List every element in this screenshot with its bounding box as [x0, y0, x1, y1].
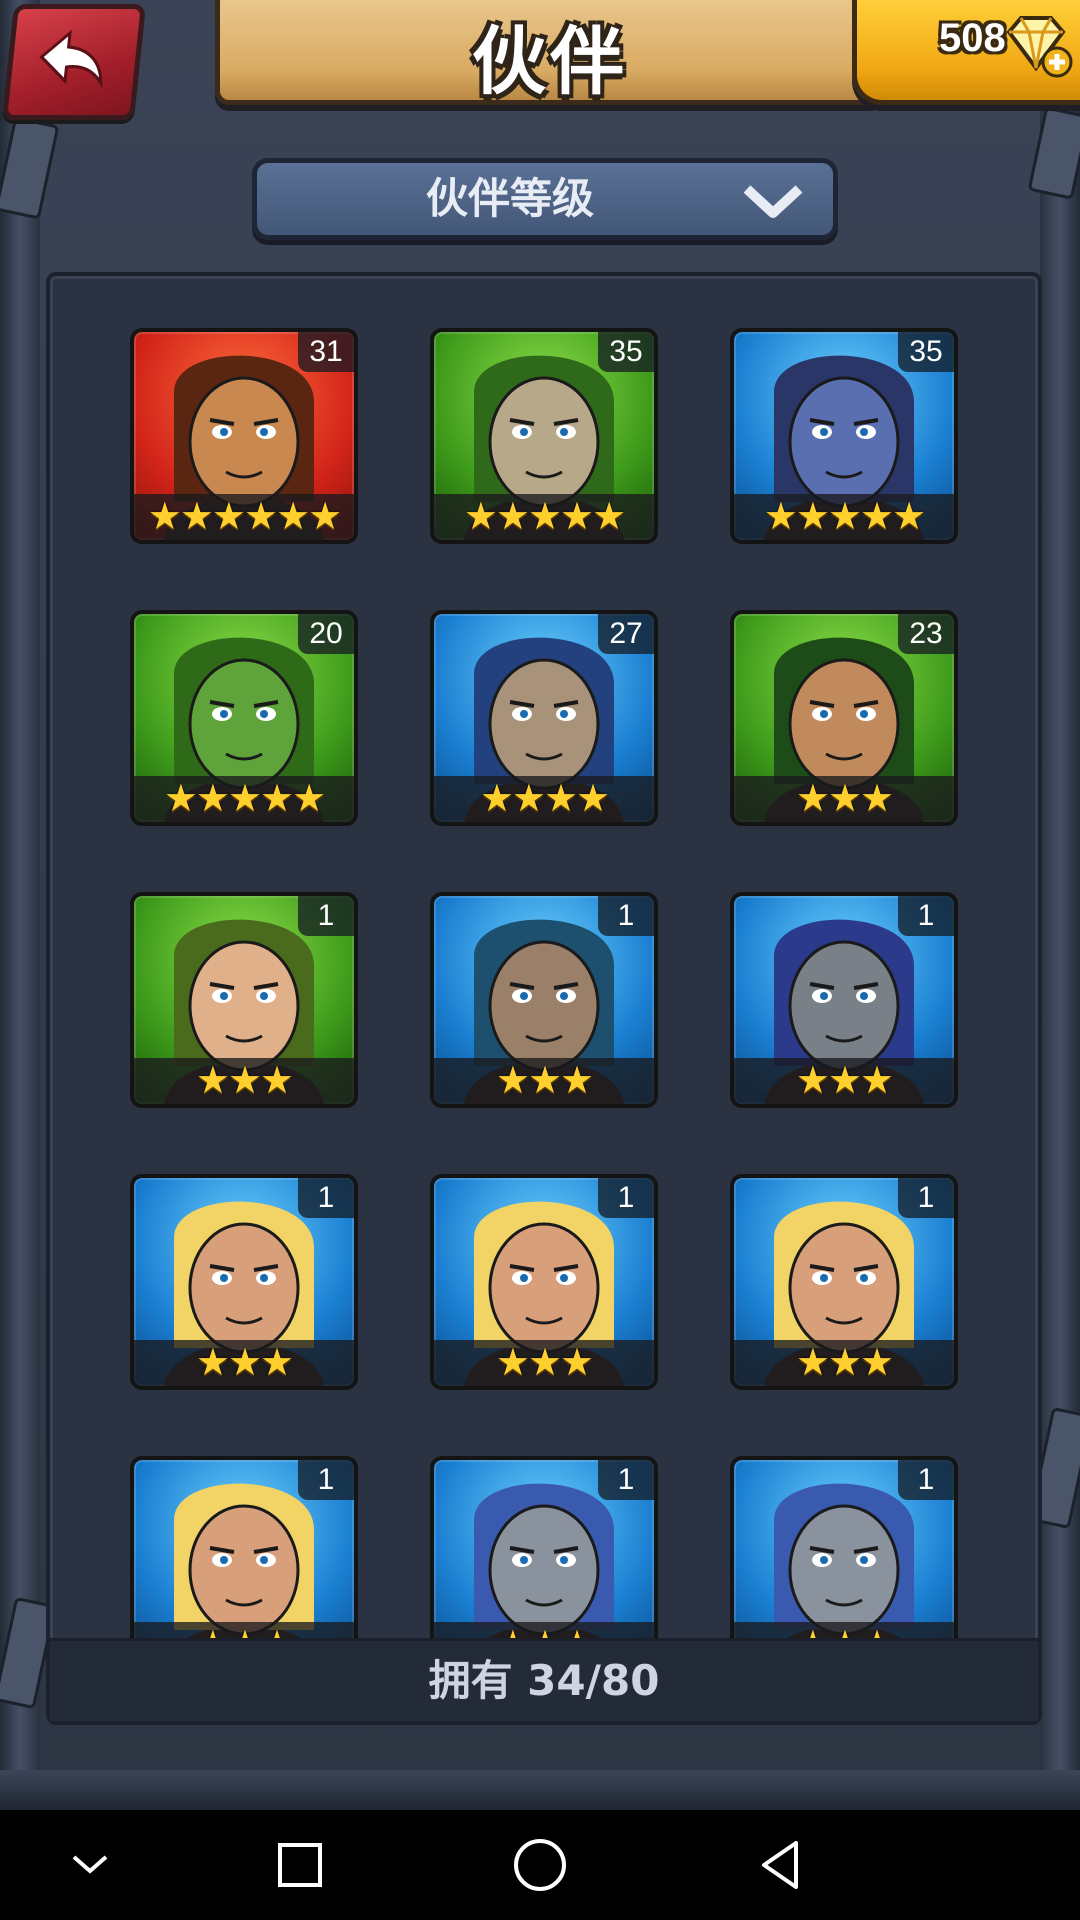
partner-stars: ★★★★★: [134, 776, 354, 822]
partner-card[interactable]: 1 ★★★: [730, 892, 958, 1108]
partner-level: 23: [898, 614, 954, 654]
partner-card[interactable]: 35 ★★★★★: [730, 328, 958, 544]
nav-collapse-icon[interactable]: [60, 1835, 120, 1895]
partner-level: 1: [898, 896, 954, 936]
owned-count: 拥有 34/80: [428, 1656, 660, 1705]
partner-card[interactable]: 1 ★★★: [430, 892, 658, 1108]
partner-stars: ★★★: [734, 1058, 954, 1104]
gem-count: 508: [939, 16, 1006, 60]
partner-card[interactable]: 27 ★★★★: [430, 610, 658, 826]
partner-stars: ★★★: [734, 776, 954, 822]
stone-frame-bottom: [0, 1770, 1080, 1810]
partner-card[interactable]: 35 ★★★★★: [430, 328, 658, 544]
partner-stars: ★★★: [134, 1340, 354, 1386]
partner-screen: 伙伴 508 伙伴等级 31 ★★★★★★ 35 ★★★★★ 35 ★★★★★ 20 ★★★★…: [0, 0, 1080, 1810]
partner-level: 1: [898, 1460, 954, 1500]
frame-rock: [1027, 106, 1080, 200]
partner-level: 35: [598, 332, 654, 372]
title-banner: 伙伴: [215, 0, 885, 105]
partner-card[interactable]: 1 ★★★: [130, 1174, 358, 1390]
partner-card[interactable]: 23 ★★★: [730, 610, 958, 826]
partner-level: 1: [598, 1178, 654, 1218]
partner-stars: ★★★★: [434, 776, 654, 822]
partner-level: 1: [898, 1178, 954, 1218]
partner-level: 31: [298, 332, 354, 372]
partner-card[interactable]: 20 ★★★★★: [130, 610, 358, 826]
partner-card[interactable]: 31 ★★★★★★: [130, 328, 358, 544]
back-button[interactable]: [1, 4, 147, 120]
partner-level: 27: [598, 614, 654, 654]
chevron-down-icon: [743, 185, 803, 218]
partner-grid[interactable]: 31 ★★★★★★ 35 ★★★★★ 35 ★★★★★ 20 ★★★★★ 27 ★★★★ 23 ★★★…: [50, 276, 1038, 1641]
partner-card[interactable]: 1 ★★★: [730, 1174, 958, 1390]
back-arrow-icon: [39, 29, 103, 89]
partner-stars: ★★★★★★: [134, 494, 354, 540]
page-title: 伙伴: [472, 19, 628, 105]
partner-stars: ★★★★★: [434, 494, 654, 540]
owned-bar: 拥有 34/80: [50, 1638, 1038, 1721]
android-nav-bar: [0, 1810, 1080, 1920]
partner-level: 1: [598, 896, 654, 936]
partner-panel: 31 ★★★★★★ 35 ★★★★★ 35 ★★★★★ 20 ★★★★★ 27 ★★★★ 23 ★★★…: [46, 272, 1042, 1725]
partner-stars: ★★★: [434, 1058, 654, 1104]
stone-frame-right: [1040, 0, 1080, 1810]
nav-home-icon[interactable]: [510, 1835, 570, 1895]
partner-card[interactable]: 1★★★: [130, 1456, 358, 1641]
partner-level: 1: [298, 1178, 354, 1218]
partner-card[interactable]: 1★★★: [430, 1456, 658, 1641]
sort-dropdown-label: 伙伴等级: [425, 174, 594, 223]
partner-card[interactable]: 1 ★★★: [130, 892, 358, 1108]
partner-stars: ★★★: [134, 1058, 354, 1104]
diamond-plus-icon[interactable]: [1003, 14, 1073, 78]
nav-back-icon[interactable]: [750, 1835, 810, 1895]
partner-level: 20: [298, 614, 354, 654]
partner-stars: ★★★: [434, 1340, 654, 1386]
partner-card[interactable]: 1 ★★★: [430, 1174, 658, 1390]
partner-level: 1: [598, 1460, 654, 1500]
nav-recents-icon[interactable]: [270, 1835, 330, 1895]
stone-frame-left: [0, 0, 40, 1810]
partner-card[interactable]: 1★★★: [730, 1456, 958, 1641]
partner-stars: ★★★★★: [734, 494, 954, 540]
gem-counter[interactable]: 508: [852, 0, 1080, 105]
partner-stars: ★★★: [734, 1340, 954, 1386]
sort-dropdown[interactable]: 伙伴等级: [252, 158, 838, 240]
partner-level: 35: [898, 332, 954, 372]
partner-level: 1: [298, 1460, 354, 1500]
partner-level: 1: [298, 896, 354, 936]
